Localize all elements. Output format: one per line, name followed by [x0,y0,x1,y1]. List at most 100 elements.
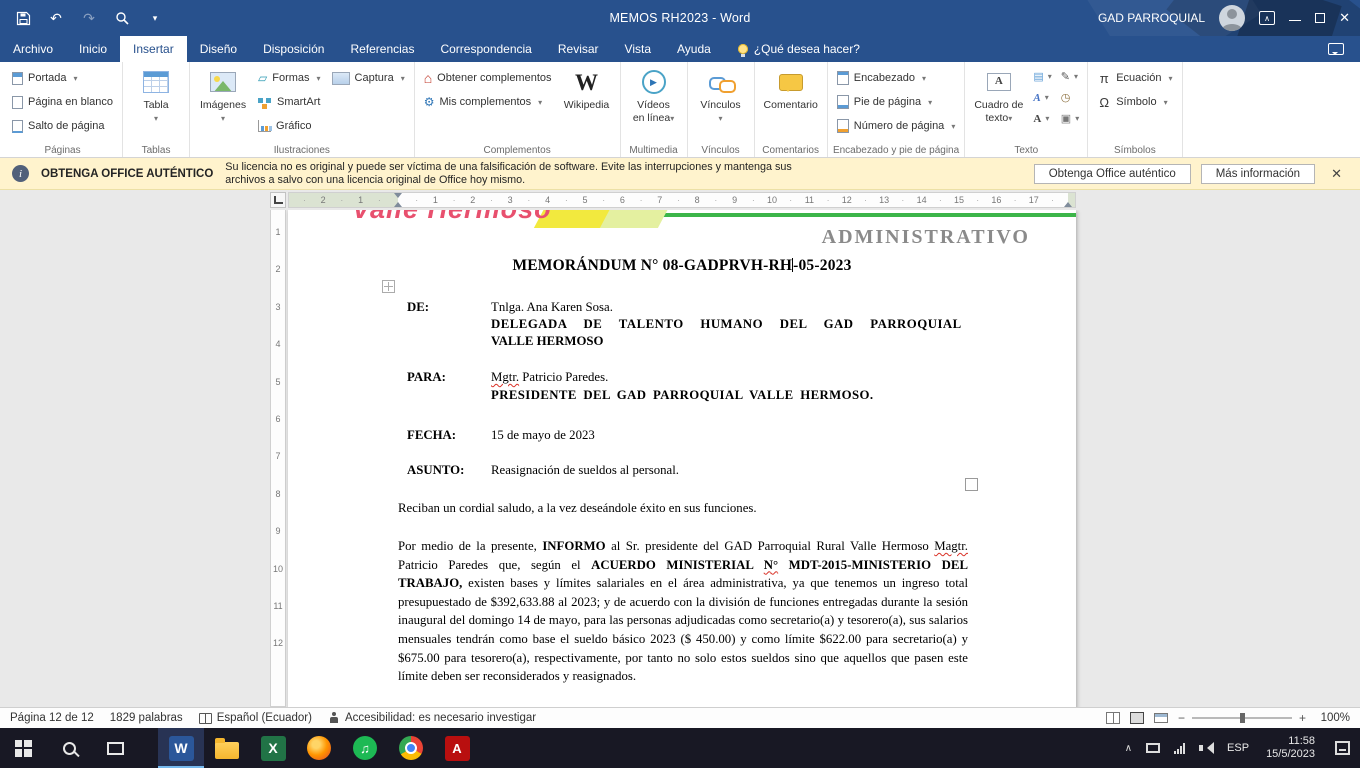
zoom-slider[interactable] [1192,712,1292,724]
zoom-level[interactable]: 100% [1316,712,1350,724]
start-button[interactable] [0,728,46,768]
tab-revisar[interactable]: Revisar [545,36,612,62]
videos-en-linea-button[interactable]: ▶ Vídeos en línea [626,64,682,142]
imagenes-button[interactable]: Imágenes [195,64,251,142]
accessibility-status[interactable]: Accesibilidad: es necesario investigar [328,712,536,724]
user-avatar[interactable] [1219,5,1245,31]
vertical-ruler-mark: 7 [271,451,285,461]
web-layout-button[interactable] [1154,713,1168,723]
tabla-button[interactable]: Tabla [128,64,184,142]
cuadro-de-texto-button[interactable]: A Cuadro de texto [970,64,1027,142]
zoom-in-button[interactable]: + [1299,711,1306,725]
tab-referencias[interactable]: Referencias [337,36,427,62]
wordart-icon: A [1033,92,1040,104]
right-indent-marker[interactable] [1064,198,1072,207]
zoom-slider-thumb[interactable] [1240,713,1245,723]
taskbar-spotify-button[interactable]: ♫ [342,728,388,768]
tab-vista[interactable]: Vista [612,36,664,62]
clock[interactable]: 11:58 15/5/2023 [1256,735,1325,761]
tab-stop-selector[interactable] [270,192,286,208]
proofing-status[interactable]: Español (Ecuador) [199,712,312,724]
date-time-button[interactable]: ◷ [1058,88,1082,107]
close-button[interactable]: ✕ [1339,10,1350,26]
portada-button[interactable]: Portada [8,67,117,89]
network-tray-icon[interactable] [1167,743,1192,754]
hidden-icons-chevron-icon[interactable]: ∧ [1118,743,1139,754]
keyboard-language[interactable]: ESP [1220,742,1256,754]
tab-disposicion[interactable]: Disposición [250,36,337,62]
minimize-button[interactable] [1289,12,1301,24]
undo-icon[interactable]: ↶ [47,9,65,27]
ribbon-display-options-icon[interactable]: ∧ [1259,11,1275,25]
taskbar-acrobat-button[interactable]: A [434,728,480,768]
tab-insertar[interactable]: Insertar [120,36,187,62]
vertical-ruler[interactable]: 123456789101112 [270,210,286,707]
signature-line-button[interactable]: ✎ [1058,67,1082,86]
account-name[interactable]: GAD PARROQUIAL [1098,11,1205,25]
taskbar-explorer-button[interactable] [204,728,250,768]
taskbar-excel-button[interactable]: X [250,728,296,768]
tab-inicio[interactable]: Inicio [66,36,120,62]
ecuacion-button[interactable]: πEcuación [1093,67,1176,89]
wikipedia-button[interactable]: W Wikipedia [559,64,615,142]
vertical-ruler-mark: 6 [271,414,285,424]
word-icon: W [169,736,194,761]
restore-button[interactable] [1315,13,1325,23]
encabezado-button[interactable]: Encabezado [833,67,960,89]
action-center-icon[interactable] [1335,741,1350,755]
volume-tray-icon[interactable] [1192,742,1220,754]
simbolo-button[interactable]: ΩSímbolo [1093,91,1176,113]
drop-cap-button[interactable]: A [1030,109,1054,128]
ribbon-group-multimedia: ▶ Vídeos en línea Multimedia [621,62,688,157]
task-view-button[interactable] [92,728,138,768]
tell-me-box[interactable]: ¿Qué desea hacer? [724,36,874,62]
pie-de-pagina-button[interactable]: Pie de página [833,91,960,113]
tab-ayuda[interactable]: Ayuda [664,36,724,62]
tab-archivo[interactable]: Archivo [0,36,66,62]
tab-diseno[interactable]: Diseño [187,36,250,62]
pagina-en-blanco-button[interactable]: Página en blanco [8,91,117,113]
feedback-icon[interactable] [1328,43,1344,55]
formas-button[interactable]: ▱Formas [254,67,325,89]
zoom-out-button[interactable]: − [1178,711,1185,725]
banner-close-icon[interactable]: ✕ [1325,166,1348,182]
numero-de-pagina-button[interactable]: Número de página [833,115,960,137]
taskbar-firefox-button[interactable] [296,728,342,768]
grafico-button[interactable]: Gráfico [254,115,325,137]
redo-icon[interactable]: ↷ [80,9,98,27]
object-button[interactable]: ▣ [1058,109,1082,128]
banner-message: Su licencia no es original y puede ser v… [225,161,803,186]
cover-page-icon [12,72,23,85]
wordart-button[interactable]: A [1030,88,1054,107]
quick-parts-button[interactable]: ▤ [1030,67,1054,86]
left-indent-marker[interactable] [394,198,402,207]
taskbar-word-button[interactable]: W [158,728,204,768]
ribbon-group-encabezado: Encabezado Pie de página Número de págin… [828,62,966,157]
salto-de-pagina-button[interactable]: Salto de página [8,115,117,137]
vertical-ruler-mark: 10 [271,564,285,574]
display-tray-icon[interactable] [1139,743,1167,753]
page-indicator[interactable]: Página 12 de 12 [10,712,94,724]
word-count[interactable]: 1829 palabras [110,712,183,724]
more-info-button[interactable]: Más información [1201,164,1315,184]
print-layout-button[interactable] [1130,712,1144,724]
customize-qat-chevron-icon[interactable]: ▾ [146,9,164,27]
mis-complementos-button[interactable]: ⚙Mis complementos [420,91,556,113]
table-move-handle-icon[interactable] [382,280,395,293]
preview-icon[interactable] [113,9,131,27]
vinculos-button[interactable]: Vínculos [693,64,749,142]
smartart-button[interactable]: SmartArt [254,91,325,113]
horizontal-ruler[interactable]: 1231234567891011121314151617············… [288,192,1076,208]
tab-correspondencia[interactable]: Correspondencia [427,36,544,62]
valle-hermoso-logo: Valle Hermoso [352,210,552,225]
comentario-button[interactable]: Comentario [760,64,822,142]
document-page[interactable]: Valle Hermoso ADMINISTRATIVO MEMORÁNDUM … [288,210,1076,707]
header-icon [837,71,849,85]
taskbar-chrome-button[interactable] [388,728,434,768]
obtener-complementos-button[interactable]: ⌂Obtener complementos [420,67,556,89]
read-mode-button[interactable] [1106,712,1120,724]
captura-button[interactable]: Captura [328,67,409,89]
get-genuine-office-button[interactable]: Obtenga Office auténtico [1034,164,1191,184]
search-button[interactable] [46,728,92,768]
save-icon[interactable] [14,9,32,27]
